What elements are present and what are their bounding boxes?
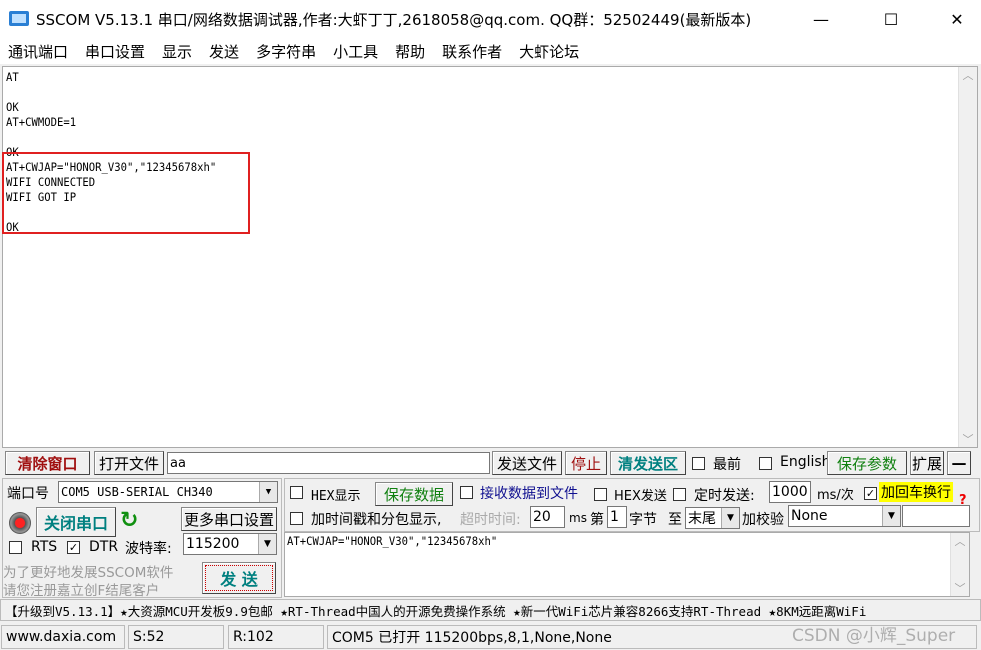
send-button[interactable]: 发 送 xyxy=(202,562,276,594)
interval-input[interactable]: 1000 xyxy=(769,481,811,503)
collapse-button[interactable]: — xyxy=(947,451,971,475)
to-label: 至 xyxy=(668,512,682,528)
dtr-checkbox[interactable]: ✓ xyxy=(67,541,80,554)
save-params-button[interactable]: 保存参数 xyxy=(827,451,907,475)
timeout-label: 超时时间: xyxy=(460,512,521,528)
timeout-input[interactable]: 20 xyxy=(530,506,565,528)
receive-scrollbar[interactable]: ︿ ﹀ xyxy=(958,67,977,447)
hex-send-label: HEX发送 xyxy=(614,489,667,504)
status-site[interactable]: www.daxia.com xyxy=(1,625,125,649)
ticker-bar[interactable]: 【升级到V5.13.1】★大资源MCU开发板9.9包邮 ★RT-Thread中国… xyxy=(0,599,981,621)
topmost-checkbox[interactable] xyxy=(692,457,705,470)
send-text: AT+CWJAP="HONOR_V30","12345678xh" xyxy=(287,534,498,548)
scroll-down-icon[interactable]: ﹀ xyxy=(963,431,974,447)
app-icon xyxy=(8,9,30,29)
menu-contact[interactable]: 联系作者 xyxy=(442,41,502,62)
scroll-down-icon[interactable]: ﹀ xyxy=(955,580,966,596)
save-data-button[interactable]: 保存数据 xyxy=(375,482,453,506)
rts-checkbox[interactable] xyxy=(9,541,22,554)
hex-display-checkbox[interactable] xyxy=(290,486,303,499)
timed-send-checkbox[interactable] xyxy=(673,488,686,501)
scroll-up-icon[interactable]: ︿ xyxy=(955,533,966,549)
clear-send-button[interactable]: 清发送区 xyxy=(610,451,686,475)
hex-display-label: HEX显示 xyxy=(311,489,361,504)
to-select[interactable]: 末尾 ▼ xyxy=(685,507,740,529)
recv-to-file-label: 接收数据到文件 xyxy=(480,486,578,502)
more-settings-button[interactable]: 更多串口设置 xyxy=(181,507,277,531)
close-button[interactable]: ✕ xyxy=(934,0,980,38)
port-select[interactable]: COM5 USB-SERIAL CH340 ▼ xyxy=(58,481,278,503)
menu-bar: 通讯端口 串口设置 显示 发送 多字符串 小工具 帮助 联系作者 大虾论坛 xyxy=(0,38,981,64)
status-received: R:102 xyxy=(228,625,324,649)
highlight-box xyxy=(2,152,250,234)
port-status-led-icon xyxy=(9,512,31,534)
scroll-up-icon[interactable]: ︿ xyxy=(963,67,974,83)
menu-comm-port[interactable]: 通讯端口 xyxy=(8,41,68,62)
clear-window-button[interactable]: 清除窗口 xyxy=(5,451,90,475)
menu-serial-settings[interactable]: 串口设置 xyxy=(85,41,145,62)
baud-value: 115200 xyxy=(186,536,240,552)
checksum-select[interactable]: None ▼ xyxy=(788,505,901,527)
baud-select[interactable]: 115200 ▼ xyxy=(183,533,277,555)
english-label: English xyxy=(780,454,831,470)
byte-unit-label: 字节 xyxy=(629,512,657,528)
chevron-down-icon[interactable]: ▼ xyxy=(882,506,900,526)
checksum-value: None xyxy=(791,508,828,524)
title-bar: SSCOM V5.13.1 串口/网络数据调试器,作者:大虾丁丁,2618058… xyxy=(0,0,981,38)
menu-multi-string[interactable]: 多字符串 xyxy=(256,41,316,62)
timed-send-label: 定时发送: xyxy=(694,488,755,504)
menu-tools[interactable]: 小工具 xyxy=(333,41,378,62)
rts-label: RTS xyxy=(31,539,58,555)
refresh-icon[interactable]: ↻ xyxy=(120,508,138,533)
checksum-result-input[interactable] xyxy=(902,505,970,527)
chevron-down-icon[interactable]: ▼ xyxy=(721,508,739,528)
ticker-text: 【升级到V5.13.1】★大资源MCU开发板9.9包邮 ★RT-Thread中国… xyxy=(5,603,867,619)
maximize-button[interactable]: ☐ xyxy=(868,0,914,38)
add-crlf-checkbox[interactable]: ✓ xyxy=(864,487,877,500)
recv-to-file-checkbox[interactable] xyxy=(460,486,473,499)
close-port-button[interactable]: 关闭串口 xyxy=(36,507,116,537)
chevron-down-icon[interactable]: ▼ xyxy=(259,482,277,502)
dtr-label: DTR xyxy=(89,539,119,555)
timeout-unit: ms xyxy=(569,511,587,525)
to-value: 末尾 xyxy=(688,511,716,527)
promo-line-1: 为了更好地发展SSCOM软件 xyxy=(3,565,174,581)
topmost-label: 最前 xyxy=(713,457,741,473)
port-value: COM5 USB-SERIAL CH340 xyxy=(61,485,213,499)
english-checkbox[interactable] xyxy=(759,457,772,470)
interval-unit: ms/次 xyxy=(817,488,854,503)
chevron-down-icon[interactable]: ▼ xyxy=(258,534,276,554)
checksum-label: 加校验 xyxy=(742,512,784,528)
timestamp-checkbox[interactable] xyxy=(290,512,303,525)
stop-button[interactable]: 停止 xyxy=(565,451,607,475)
menu-send[interactable]: 发送 xyxy=(209,41,239,62)
byte-from-input[interactable]: 1 xyxy=(607,506,627,528)
file-path-input[interactable]: aa xyxy=(167,452,490,474)
send-scrollbar[interactable]: ︿ ﹀ xyxy=(950,533,969,596)
menu-forum[interactable]: 大虾论坛 xyxy=(519,41,579,62)
byte-from-label: 第 xyxy=(590,512,604,528)
promo-line-2: 请您注册嘉立创F结尾客户 xyxy=(3,583,160,599)
expand-button[interactable]: 扩展 xyxy=(910,451,944,475)
send-input[interactable]: AT+CWJAP="HONOR_V30","12345678xh" ︿ ﹀ xyxy=(284,532,970,597)
hex-send-checkbox[interactable] xyxy=(594,488,607,501)
window-title: SSCOM V5.13.1 串口/网络数据调试器,作者:大虾丁丁,2618058… xyxy=(36,11,752,29)
receive-area[interactable]: AT OK AT+CWMODE=1 OK AT+CWJAP="HONOR_V30… xyxy=(2,66,978,448)
send-file-button[interactable]: 发送文件 xyxy=(492,451,562,475)
status-sent: S:52 xyxy=(128,625,224,649)
watermark: CSDN @小辉_Super xyxy=(792,626,956,646)
add-crlf-label: 加回车换行 xyxy=(879,482,953,502)
port-label: 端口号 xyxy=(7,486,49,502)
menu-help[interactable]: 帮助 xyxy=(395,41,425,62)
open-file-button[interactable]: 打开文件 xyxy=(94,451,164,475)
menu-display[interactable]: 显示 xyxy=(162,41,192,62)
timestamp-label: 加时间戳和分包显示, xyxy=(311,512,442,528)
baud-label: 波特率: xyxy=(125,541,172,557)
minimize-button[interactable]: — xyxy=(798,0,844,38)
